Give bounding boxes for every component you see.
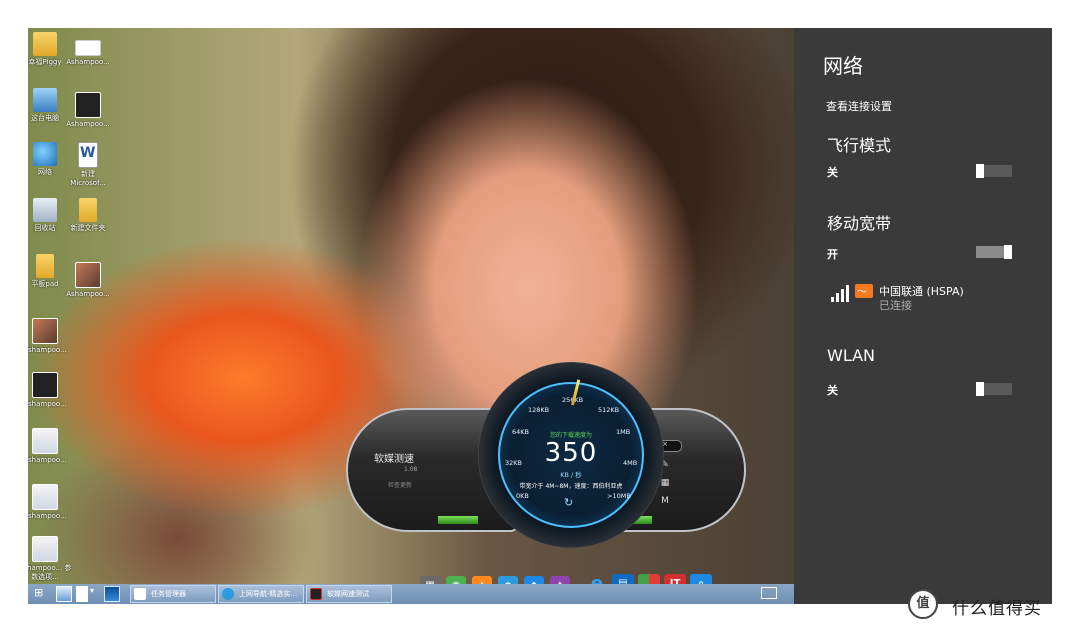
photo-icon <box>32 318 58 344</box>
desktop-icon[interactable]: Ashampoo... <box>28 422 76 465</box>
network-icon <box>33 142 57 166</box>
desktop-icon[interactable]: Ashampoo... <box>57 254 119 299</box>
pane-title: 网络 <box>823 54 863 78</box>
gauge-tick-label: 512KB <box>598 406 620 414</box>
airplane-mode-heading: 飞行模式 <box>827 136 892 155</box>
folder-icon <box>36 254 54 278</box>
speed-value: 350 <box>544 438 598 468</box>
desktop-icon-label: 新建文件夹 <box>70 224 106 232</box>
widget-version: 1.08 <box>404 466 418 473</box>
speedtest-icon <box>310 588 322 600</box>
screenshot-icon <box>32 484 58 510</box>
screenshot-icon <box>32 428 58 454</box>
desktop-icon-label: Ashampoo... 参数选项... <box>28 564 72 581</box>
airplane-mode-toggle[interactable] <box>976 164 1012 178</box>
taskbar-button-task-manager[interactable]: 任务管理器 <box>130 585 216 603</box>
speed-gauge: 256KB 512KB 128KB 64KB 1MB 32KB 4MB 0KB … <box>478 362 664 548</box>
recycle-bin-icon <box>33 198 57 222</box>
network-pane: 网络 查看连接设置 飞行模式 关 移动宽带 开 中国联通 (HSPA) 已连接 … <box>794 28 1052 604</box>
speed-test-widget[interactable]: 软媒测速 1.08 检查更新 × ✎ ▦ M 256KB 512KB 128KB… <box>346 360 746 602</box>
widget-green-bar <box>438 516 478 524</box>
start-icon[interactable]: ⊞ <box>34 586 50 602</box>
airplane-mode-state: 关 <box>827 166 838 179</box>
screenshot-icon <box>75 92 101 118</box>
speed-unit: KB / 秒 <box>560 471 582 479</box>
toggle-thumb <box>976 164 984 178</box>
connection-status: 已连接 <box>879 299 912 312</box>
folder-icon <box>33 32 57 56</box>
desktop-icon[interactable]: 新建文件夹 <box>57 198 119 233</box>
mobile-connection-item[interactable]: 中国联通 (HSPA) 已连接 <box>827 282 1037 312</box>
desktop-icon-label: 新建 Microsof... <box>70 170 106 187</box>
china-unicom-icon <box>855 283 873 298</box>
explorer-icon[interactable] <box>56 586 72 602</box>
refresh-icon[interactable]: ↻ <box>564 496 573 509</box>
desktop-screen: 幸福Piggy Ashampoo... 这台电脑 Ashampoo... 网络 … <box>28 28 1052 604</box>
desktop-icon-label: Ashampoo... <box>28 400 67 408</box>
desktop-icon-label: Ashampoo... <box>28 346 67 354</box>
watermark: 值 什么值得买 <box>908 588 1078 622</box>
browser-icon <box>222 588 234 600</box>
desktop-icon[interactable]: 新建 Microsof... <box>57 142 119 188</box>
desktop-icon[interactable]: Ashampoo... <box>28 366 76 409</box>
desktop-icon[interactable]: Ashampoo... <box>57 88 119 129</box>
gauge-tick-label: 128KB <box>528 406 550 414</box>
screenshot-icon <box>75 40 101 56</box>
computer-icon <box>33 88 57 112</box>
document-icon[interactable] <box>76 586 88 602</box>
task-manager-icon <box>134 588 146 600</box>
bandwidth-info: 带宽介于 4M~8M，速度：西伯利亚虎 <box>519 483 623 490</box>
desktop-icon-taskbar[interactable] <box>104 586 120 602</box>
taskbar-button-browser[interactable]: 上网导航-精选实... <box>218 585 304 603</box>
desktop-icon-label: Ashampoo... <box>28 456 67 464</box>
watermark-logo: 值 <box>908 589 938 619</box>
taskbar-button-label: 上网导航-精选实... <box>239 590 298 598</box>
desktop-icon-label: Ashampoo... <box>66 120 110 128</box>
gauge-tick-label: 0KB <box>516 492 529 500</box>
folder-icon <box>79 198 97 222</box>
widget-app-name: 软媒测速 <box>374 454 414 465</box>
toggle-thumb <box>976 382 984 396</box>
watermark-text: 什么值得买 <box>952 599 1042 619</box>
keyboard-icon[interactable] <box>761 587 777 599</box>
gauge-tick-label: >10MB <box>607 492 631 500</box>
signal-icon <box>827 282 849 302</box>
mobile-broadband-heading: 移动宽带 <box>827 214 892 233</box>
photo-icon <box>75 262 101 288</box>
toggle-thumb <box>1004 245 1012 259</box>
taskbar: ⊞ ▾ 任务管理器 上网导航-精选实... 软媒网速测试 <box>28 584 794 604</box>
desktop-icon[interactable]: Ashampoo... <box>28 310 76 355</box>
wlan-toggle[interactable] <box>976 382 1012 396</box>
view-connection-settings-link[interactable]: 查看连接设置 <box>826 98 892 114</box>
word-doc-icon <box>78 142 98 168</box>
desktop-icon-label: Ashampoo... <box>28 512 67 520</box>
taskbar-button-speedtest[interactable]: 软媒网速测试 <box>306 585 392 603</box>
desktop-icon-label: Ashampoo... <box>66 58 110 66</box>
desktop-icon[interactable]: Ashampoo... <box>28 478 76 521</box>
screenshot-icon <box>32 536 58 562</box>
mail-icon[interactable]: M <box>658 496 672 506</box>
taskbar-button-label: 软媒网速测试 <box>327 590 369 598</box>
screenshot-icon <box>32 372 58 398</box>
check-update-link[interactable]: 检查更新 <box>388 480 412 489</box>
desktop-icon[interactable]: Ashampoo... <box>57 32 119 67</box>
wlan-state: 关 <box>827 384 838 397</box>
taskbar-button-label: 任务管理器 <box>151 590 186 598</box>
desktop-icon[interactable]: Ashampoo... 参数选项... <box>28 534 76 582</box>
mobile-broadband-state: 开 <box>827 248 838 261</box>
mobile-broadband-toggle[interactable] <box>976 245 1012 259</box>
wlan-heading: WLAN <box>827 346 876 365</box>
desktop-icon-label: Ashampoo... <box>66 290 110 298</box>
